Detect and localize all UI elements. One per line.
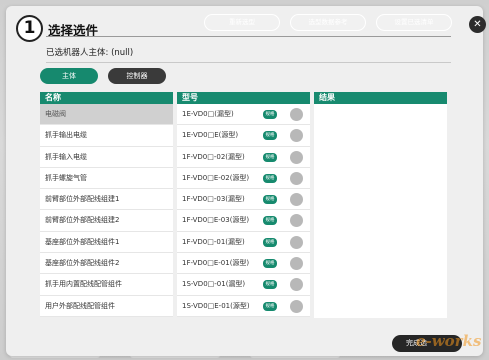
select-radio-icon[interactable] xyxy=(290,150,303,164)
results-panel: 结果 xyxy=(314,92,447,318)
name-list-item[interactable]: 基座部位外部配线组件2 xyxy=(40,253,173,275)
tab-controller[interactable]: 控制器 xyxy=(108,68,166,84)
step-number-badge: 1 xyxy=(16,15,43,42)
types-header: 型号 xyxy=(177,92,310,104)
names-panel: 名称 电磁阀 抓手输出电缆 抓手输入电缆 抓手螺旋气管 前臂部位外部配线组建1 前臂部位外… xyxy=(40,92,173,317)
type-list-item[interactable]: 1S-VD0□E-01(源型) 规格 xyxy=(177,296,310,317)
type-list-item[interactable]: 1E-VD0□(漏型) 规格 xyxy=(177,104,310,126)
type-label: 1F-VD0□E-02(源型) xyxy=(182,173,250,182)
name-list-item[interactable]: 抓手用内置配线配管组件 xyxy=(40,274,173,296)
spec-tag[interactable]: 规格 xyxy=(263,259,277,269)
type-label: 1E-VD0□E(源型) xyxy=(182,131,239,140)
type-list-item[interactable]: 1F-VD0□E-01(源型) 规格 xyxy=(177,253,310,275)
type-label: 1F-VD0□E-01(源型) xyxy=(182,259,250,268)
type-list-item[interactable]: 1F-VD0□E-02(源型) 规格 xyxy=(177,168,310,190)
spec-tag[interactable]: 规格 xyxy=(263,195,277,205)
type-label: 1F-VD0□-02(漏型) xyxy=(182,152,245,161)
type-list-item[interactable]: 1F-VD0□-02(漏型) 规格 xyxy=(177,147,310,168)
type-label: 1S-VD0□E-01(源型) xyxy=(182,301,250,310)
select-radio-icon[interactable] xyxy=(290,129,303,143)
select-radio-icon[interactable] xyxy=(290,171,303,185)
header-divider xyxy=(46,36,451,37)
reselect-button[interactable]: 重新选型 xyxy=(204,14,280,31)
type-label: 1F-VD0□E-03(源型) xyxy=(182,216,250,225)
type-label: 1S-VD0□-01(漏型) xyxy=(182,280,246,289)
type-list-item[interactable]: 1S-VD0□-01(漏型) 规格 xyxy=(177,274,310,296)
watermark-logo: e-works xyxy=(416,332,482,350)
select-radio-icon[interactable] xyxy=(290,257,303,271)
reference-data-button[interactable]: 选型数据参考 xyxy=(290,14,366,31)
names-list: 电磁阀 抓手输出电缆 抓手输入电缆 抓手螺旋气管 前臂部位外部配线组建1 前臂部位外部配线… xyxy=(40,104,173,317)
type-list-item[interactable]: 1E-VD0□E(源型) 规格 xyxy=(177,125,310,147)
spec-tag[interactable]: 规格 xyxy=(263,131,277,141)
spec-tag[interactable]: 规格 xyxy=(263,280,277,290)
select-radio-icon[interactable] xyxy=(290,235,303,249)
subheader-divider xyxy=(46,62,451,63)
name-list-item[interactable]: 抓手输出电缆 xyxy=(40,125,173,147)
set-selected-list-button[interactable]: 设置已选清单 xyxy=(376,14,452,31)
type-list-item[interactable]: 1F-VD0□-03(漏型) 规格 xyxy=(177,189,310,211)
spec-tag[interactable]: 规格 xyxy=(263,110,277,119)
results-header: 结果 xyxy=(314,92,447,104)
spec-tag[interactable]: 规格 xyxy=(263,152,277,162)
name-list-item[interactable]: 电磁阀 xyxy=(40,104,173,126)
types-list: 1E-VD0□(漏型) 规格 1E-VD0□E(源型) 规格 1F-VD0□-02(漏型… xyxy=(177,104,310,317)
select-radio-icon[interactable] xyxy=(290,299,303,313)
type-label: 1F-VD0□-03(漏型) xyxy=(182,195,245,204)
type-label: 1F-VD0□-01(漏型) xyxy=(182,237,245,246)
name-list-item[interactable]: 抓手螺旋气管 xyxy=(40,168,173,190)
types-panel: 型号 1E-VD0□(漏型) 规格 1E-VD0□E(源型) 规格 1F-VD0□-02… xyxy=(177,92,310,317)
names-header: 名称 xyxy=(40,92,173,104)
select-radio-icon[interactable] xyxy=(290,214,303,228)
spec-tag[interactable]: 规格 xyxy=(263,301,277,311)
name-list-item[interactable]: 用户外部配线配管组件 xyxy=(40,296,173,317)
spec-tag[interactable]: 规格 xyxy=(263,173,277,183)
type-list-item[interactable]: 1F-VD0□-01(漏型) 规格 xyxy=(177,232,310,254)
name-list-item[interactable]: 抓手输入电缆 xyxy=(40,147,173,168)
select-radio-icon[interactable] xyxy=(290,278,303,292)
name-list-item[interactable]: 前臂部位外部配线组建2 xyxy=(40,210,173,232)
selected-robot-label: 已选机器人主体: (null) xyxy=(46,48,134,58)
name-list-item[interactable]: 基座部位外部配线组件1 xyxy=(40,232,173,254)
type-list-item[interactable]: 1F-VD0□E-03(源型) 规格 xyxy=(177,210,310,232)
select-radio-icon[interactable] xyxy=(290,108,303,121)
spec-tag[interactable]: 规格 xyxy=(263,237,277,247)
select-radio-icon[interactable] xyxy=(290,193,303,207)
type-label: 1E-VD0□(漏型) xyxy=(182,110,234,118)
spec-tag[interactable]: 规格 xyxy=(263,216,277,226)
name-list-item[interactable]: 前臂部位外部配线组建1 xyxy=(40,189,173,211)
tab-main-body[interactable]: 主体 xyxy=(40,68,98,84)
select-options-dialog: 1 选择选件 重新选型 选型数据参考 设置已选清单 ✕ 已选机器人主体: (nu… xyxy=(6,6,486,356)
close-icon[interactable]: ✕ xyxy=(469,16,486,33)
